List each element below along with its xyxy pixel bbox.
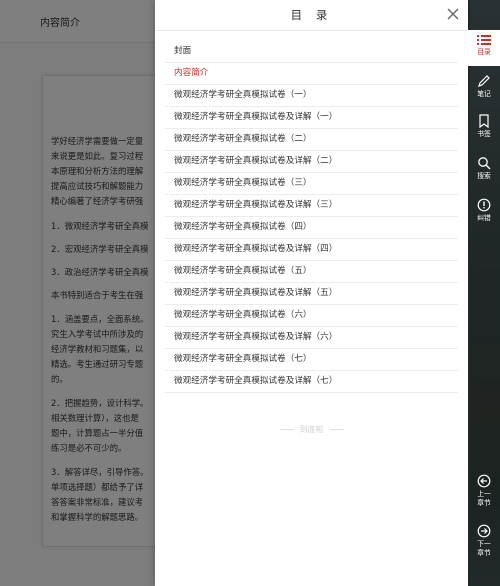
close-icon bbox=[447, 8, 459, 20]
search-button[interactable]: 搜索 bbox=[468, 156, 500, 181]
toc-item[interactable]: 封面 bbox=[165, 41, 458, 63]
next-chapter-button[interactable]: 下一章节 bbox=[468, 524, 500, 558]
arrow-left-icon bbox=[477, 474, 491, 488]
toc-end-text: 到底啦 bbox=[155, 424, 468, 435]
alert-icon bbox=[477, 198, 491, 212]
toc-title: 目 录 bbox=[290, 8, 333, 22]
search-button-label: 搜索 bbox=[477, 172, 491, 180]
toc-item[interactable]: 微观经济学考研全真模拟试卷及详解（五） bbox=[165, 283, 458, 305]
search-icon bbox=[478, 157, 491, 170]
toc-item[interactable]: 微观经济学考研全真模拟试卷（七） bbox=[165, 349, 458, 371]
toc-item[interactable]: 微观经济学考研全真模拟试卷及详解（三） bbox=[165, 195, 458, 217]
toc-item[interactable]: 微观经济学考研全真模拟试卷（四） bbox=[165, 217, 458, 239]
bookmark-button-label: 书签 bbox=[477, 130, 491, 138]
next-chapter-label: 下一章节 bbox=[477, 540, 491, 557]
toc-list: 封面 内容简介 微观经济学考研全真模拟试卷（一） 微观经济学考研全真模拟试卷及详… bbox=[165, 41, 458, 393]
close-button[interactable] bbox=[445, 6, 461, 22]
prev-chapter-button[interactable]: 上一章节 bbox=[468, 474, 500, 508]
toc-item[interactable]: 微观经济学考研全真模拟试卷及详解（七） bbox=[165, 371, 458, 393]
bookmark-icon bbox=[479, 114, 489, 128]
toc-item-active[interactable]: 内容简介 bbox=[165, 63, 458, 85]
toc-item[interactable]: 微观经济学考研全真模拟试卷及详解（一） bbox=[165, 107, 458, 129]
pencil-icon bbox=[478, 75, 490, 87]
toc-item[interactable]: 微观经济学考研全真模拟试卷（六） bbox=[165, 305, 458, 327]
bookmark-button[interactable]: 书签 bbox=[468, 114, 500, 139]
toc-item[interactable]: 微观经济学考研全真模拟试卷（三） bbox=[165, 173, 458, 195]
report-error-button[interactable]: 纠错 bbox=[468, 198, 500, 223]
notes-button-label: 笔记 bbox=[477, 90, 491, 98]
toc-item[interactable]: 微观经济学考研全真模拟试卷（五） bbox=[165, 261, 458, 283]
toc-item[interactable]: 微观经济学考研全真模拟试卷及详解（二） bbox=[165, 151, 458, 173]
list-icon bbox=[477, 35, 491, 45]
divider bbox=[155, 30, 468, 31]
toc-panel: 目 录 封面 内容简介 微观经济学考研全真模拟试卷（一） 微观经济学考研全真模拟… bbox=[155, 0, 468, 586]
toc-item[interactable]: 微观经济学考研全真模拟试卷（一） bbox=[165, 85, 458, 107]
reader-sidebar: 目录 笔记 书签 搜索 纠错 上一章节 下一章节 bbox=[468, 0, 500, 586]
report-button-label: 纠错 bbox=[477, 214, 491, 222]
toc-item[interactable]: 微观经济学考研全真模拟试卷及详解（四） bbox=[165, 239, 458, 261]
toc-button-label: 目录 bbox=[477, 48, 491, 56]
toc-button[interactable]: 目录 bbox=[468, 30, 500, 66]
toc-item[interactable]: 微观经济学考研全真模拟试卷及详解（六） bbox=[165, 327, 458, 349]
toc-item[interactable]: 微观经济学考研全真模拟试卷（二） bbox=[165, 129, 458, 151]
notes-button[interactable]: 笔记 bbox=[468, 74, 500, 99]
prev-chapter-label: 上一章节 bbox=[477, 490, 491, 507]
arrow-right-icon bbox=[477, 524, 491, 538]
